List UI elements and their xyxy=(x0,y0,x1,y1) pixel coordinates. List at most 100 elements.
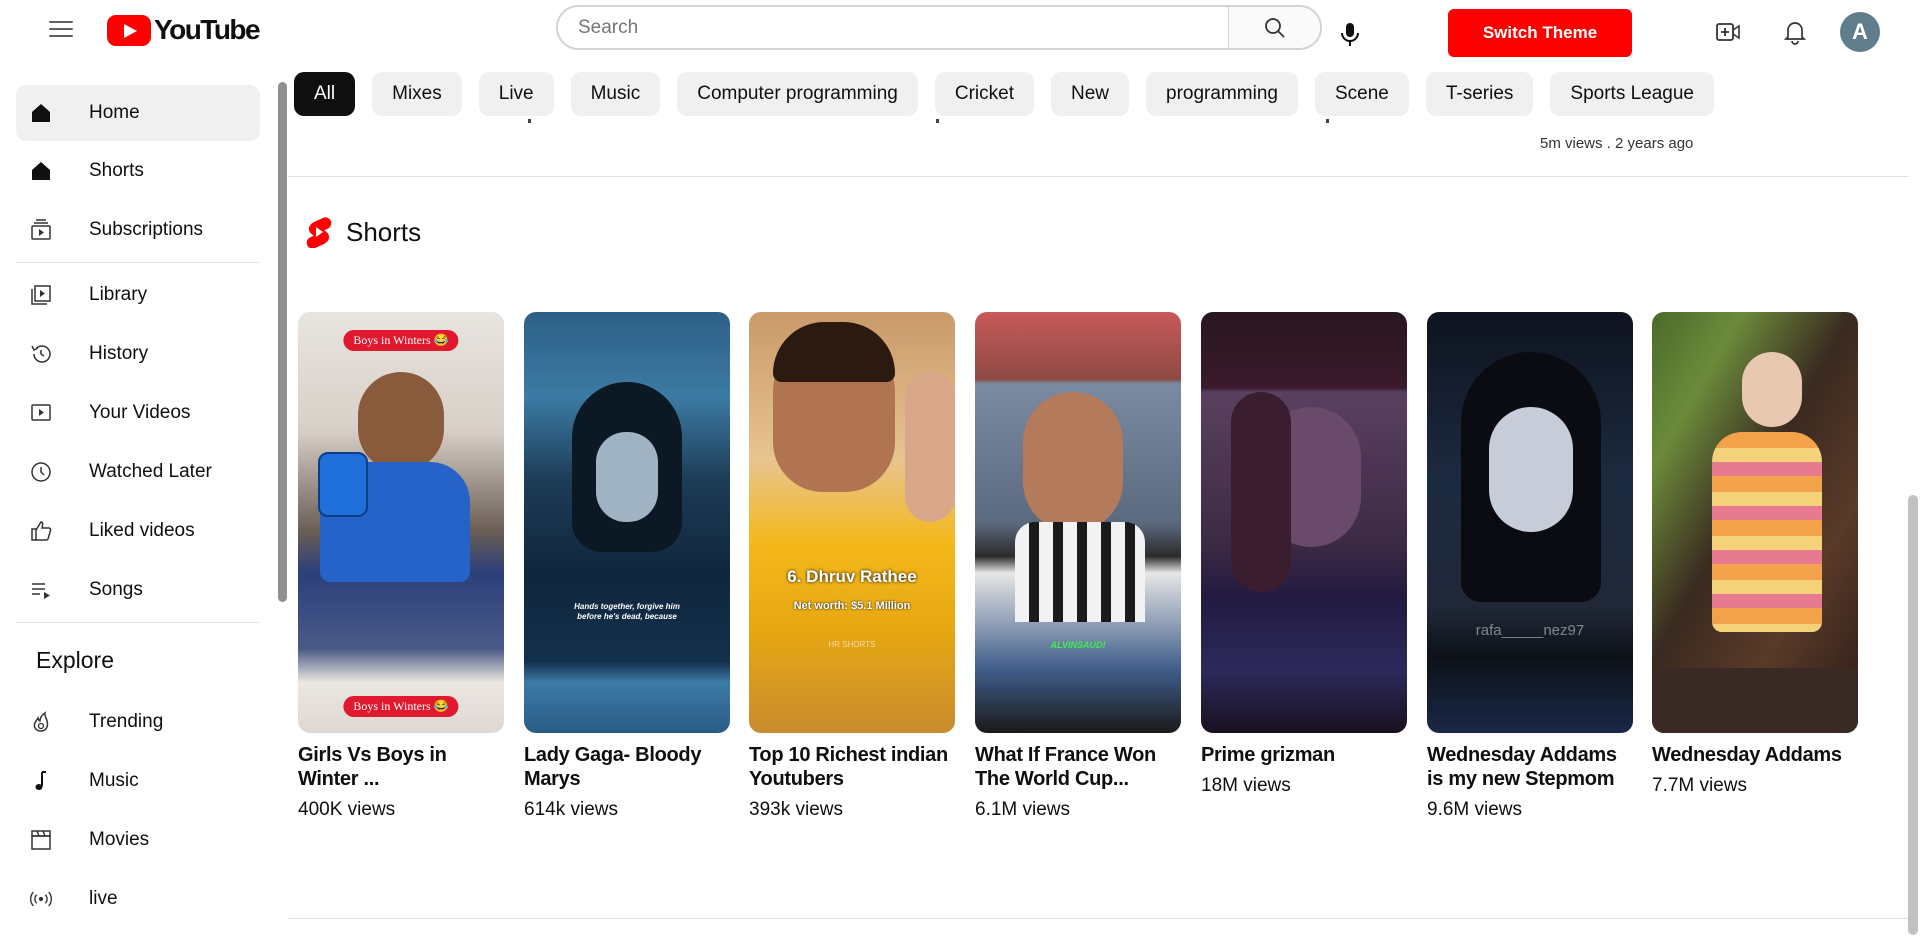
sidebar-item-label: Shorts xyxy=(89,160,144,181)
shorts-icon xyxy=(29,159,53,183)
sidebar-item-trending[interactable]: Trending xyxy=(16,694,260,750)
shorts-logo-icon xyxy=(306,217,332,248)
sidebar-divider xyxy=(16,622,260,623)
short-thumbnail[interactable] xyxy=(1652,312,1858,733)
switch-theme-button[interactable]: Switch Theme xyxy=(1448,9,1632,57)
chip-music[interactable]: Music xyxy=(570,72,661,116)
voice-search-button[interactable] xyxy=(1330,16,1370,52)
chip-scene[interactable]: Scene xyxy=(1314,72,1409,116)
sidebar-scrollbar[interactable] xyxy=(278,82,287,602)
section-divider xyxy=(288,918,1908,919)
watermark: rafa_____nez97 xyxy=(1475,622,1585,639)
short-views: 400K views xyxy=(298,799,396,820)
overlay-caption: Hands together, forgive him before he's … xyxy=(574,602,680,621)
chip-sports-league[interactable]: Sports League xyxy=(1550,72,1714,116)
menu-icon[interactable] xyxy=(49,21,73,39)
short-title[interactable]: What If France Won The World Cup... xyxy=(975,743,1181,791)
youtube-logo[interactable]: YouTube xyxy=(107,14,261,46)
sidebar-item-label: Movies xyxy=(89,829,150,850)
short-title[interactable]: Prime grizman xyxy=(1201,743,1407,767)
clapperboard-icon xyxy=(29,828,53,852)
bottle-figure xyxy=(318,452,368,517)
sidebar-item-home[interactable]: Home xyxy=(16,85,260,141)
short-card[interactable]: Wednesday Addams 7.7M views xyxy=(1652,312,1858,797)
second-person-figure xyxy=(905,372,955,522)
chip-computer-programming[interactable]: Computer programming xyxy=(677,72,918,116)
overlay-tag: Boys in Winters 😂 xyxy=(343,696,459,717)
sidebar-item-your-videos[interactable]: Your Videos xyxy=(16,385,260,441)
text-fragment xyxy=(1326,119,1329,123)
short-thumbnail[interactable]: Hands together, forgive him before he's … xyxy=(524,312,730,733)
chip-programming[interactable]: programming xyxy=(1146,72,1298,116)
short-card[interactable]: 6. Dhruv Rathee Net worth: $5.1 Million … xyxy=(749,312,955,821)
short-views: 614k views xyxy=(524,799,618,820)
text-fragment xyxy=(936,119,939,123)
logo-text: YouTube xyxy=(154,14,261,45)
sweater-figure xyxy=(1712,432,1822,632)
short-title[interactable]: Wednesday Addams is my new Stepmom xyxy=(1427,743,1633,791)
chip-new[interactable]: New xyxy=(1051,72,1130,116)
explore-heading: Explore xyxy=(36,647,114,673)
sidebar-item-subscriptions[interactable]: Subscriptions xyxy=(16,202,260,258)
video-stats: 5m views . 2 years ago xyxy=(1540,135,1694,152)
live-broadcast-icon xyxy=(29,887,53,911)
sidebar-item-library[interactable]: Library xyxy=(16,267,260,323)
short-card[interactable]: Prime grizman 18M views xyxy=(1201,312,1407,797)
user-avatar[interactable]: A xyxy=(1840,12,1880,52)
short-card[interactable]: Boys in Winters 😂 Boys in Winters 😂 Girl… xyxy=(298,312,504,821)
short-title[interactable]: Girls Vs Boys in Winter ... xyxy=(298,743,504,791)
short-views: 18M views xyxy=(1201,775,1291,796)
sidebar-item-watched-later[interactable]: Watched Later xyxy=(16,444,260,500)
short-card[interactable]: rafa_____nez97 Wednesday Addams is my ne… xyxy=(1427,312,1633,821)
shorts-section-header: Shorts xyxy=(306,216,421,248)
sidebar-item-label: Subscriptions xyxy=(89,219,204,240)
short-views: 6.1M views xyxy=(975,799,1071,820)
library-icon xyxy=(29,283,53,307)
music-note-icon xyxy=(29,769,53,793)
person-figure xyxy=(358,372,444,472)
hair-figure xyxy=(773,322,895,382)
page-scrollbar[interactable] xyxy=(1908,495,1918,935)
sidebar-item-label: History xyxy=(89,343,149,364)
chip-cricket[interactable]: Cricket xyxy=(934,72,1034,116)
short-card[interactable]: ALVINSAUD! What If France Won The World … xyxy=(975,312,1181,821)
sidebar-item-label: Music xyxy=(89,770,139,791)
sidebar-item-label: Watched Later xyxy=(89,461,212,482)
search-input[interactable] xyxy=(558,7,1228,48)
search-icon xyxy=(1264,17,1285,38)
search-bar xyxy=(556,5,1322,50)
thumbs-up-icon xyxy=(29,519,53,543)
sidebar-item-songs[interactable]: Songs xyxy=(16,562,260,618)
sidebar-item-music[interactable]: Music xyxy=(16,753,260,809)
chip-all[interactable]: All xyxy=(294,72,356,116)
search-button[interactable] xyxy=(1228,7,1320,48)
short-views: 7.7M views xyxy=(1652,775,1748,796)
chip-t-series[interactable]: T-series xyxy=(1425,72,1534,116)
short-thumbnail[interactable]: rafa_____nez97 xyxy=(1427,312,1633,733)
lower-frame xyxy=(1652,668,1858,733)
chip-mixes[interactable]: Mixes xyxy=(372,72,462,116)
overlay-tag: Boys in Winters 😂 xyxy=(343,330,459,351)
short-thumbnail[interactable]: Boys in Winters 😂 Boys in Winters 😂 xyxy=(298,312,504,733)
sidebar-item-history[interactable]: History xyxy=(16,326,260,382)
short-card[interactable]: Hands together, forgive him before he's … xyxy=(524,312,730,821)
notifications-bell-icon[interactable] xyxy=(1780,17,1810,47)
short-views: 393k views xyxy=(749,799,843,820)
sidebar-item-label: Trending xyxy=(89,711,164,732)
short-thumbnail[interactable]: 6. Dhruv Rathee Net worth: $5.1 Million … xyxy=(749,312,955,733)
face-figure xyxy=(596,432,658,522)
filter-chip-bar: All Mixes Live Music Computer programmin… xyxy=(294,72,1714,118)
overlay-name: 6. Dhruv Rathee xyxy=(787,567,917,586)
short-title[interactable]: Lady Gaga- Bloody Marys xyxy=(524,743,730,791)
chip-live[interactable]: Live xyxy=(478,72,554,116)
create-video-icon[interactable] xyxy=(1713,17,1743,47)
short-title[interactable]: Wednesday Addams xyxy=(1652,743,1858,767)
your-videos-icon xyxy=(29,401,53,425)
sidebar-item-shorts[interactable]: Shorts xyxy=(16,143,260,199)
sidebar-item-movies[interactable]: Movies xyxy=(16,812,260,868)
short-thumbnail[interactable] xyxy=(1201,312,1407,733)
short-thumbnail[interactable]: ALVINSAUD! xyxy=(975,312,1181,733)
sidebar-item-live[interactable]: live xyxy=(16,871,260,927)
sidebar-item-liked-videos[interactable]: Liked videos xyxy=(16,503,260,559)
short-title[interactable]: Top 10 Richest indian Youtubers xyxy=(749,743,955,791)
